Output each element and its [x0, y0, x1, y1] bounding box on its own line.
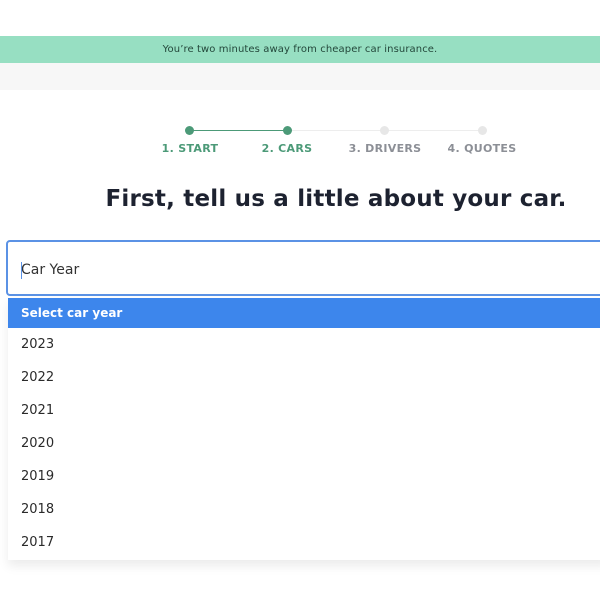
step-label-drivers: 3. DRIVERS	[348, 142, 422, 155]
dropdown-option-2018[interactable]: 2018	[8, 494, 600, 524]
header-bar	[0, 63, 600, 90]
car-year-dropdown: Select car year 2023 2022 2021 2020 2019…	[8, 298, 600, 560]
dropdown-option-2021[interactable]: 2021	[8, 395, 600, 425]
page: You’re two minutes away from cheaper car…	[0, 0, 600, 600]
progress-stepper: 1. START 2. CARS 3. DRIVERS 4. QUOTES	[0, 124, 600, 164]
dropdown-option-2020[interactable]: 2020	[8, 428, 600, 458]
step-dot-drivers	[380, 126, 389, 135]
page-heading: First, tell us a little about your car.	[105, 186, 567, 212]
step-connector-2	[287, 130, 385, 131]
dropdown-option-2017[interactable]: 2017	[8, 527, 600, 557]
step-connector-3	[385, 130, 482, 131]
promo-banner-text: You’re two minutes away from cheaper car…	[162, 44, 438, 55]
step-label-start: 1. START	[161, 142, 219, 155]
top-blank-area	[0, 0, 600, 36]
dropdown-option-select-car-year[interactable]: Select car year	[8, 298, 600, 328]
car-year-select[interactable]: Car Year	[6, 240, 600, 296]
dropdown-option-2023[interactable]: 2023	[8, 329, 600, 359]
step-dot-quotes	[478, 126, 487, 135]
text-caret	[21, 262, 22, 279]
car-year-select-value: Car Year	[21, 262, 80, 278]
step-label-quotes: 4. QUOTES	[447, 142, 517, 155]
step-dot-start	[185, 126, 194, 135]
dropdown-option-2022[interactable]: 2022	[8, 362, 600, 392]
step-label-cars: 2. CARS	[261, 142, 313, 155]
promo-banner: You’re two minutes away from cheaper car…	[0, 36, 600, 63]
step-dot-cars	[283, 126, 292, 135]
dropdown-option-2019[interactable]: 2019	[8, 461, 600, 491]
step-connector-1	[190, 130, 287, 131]
